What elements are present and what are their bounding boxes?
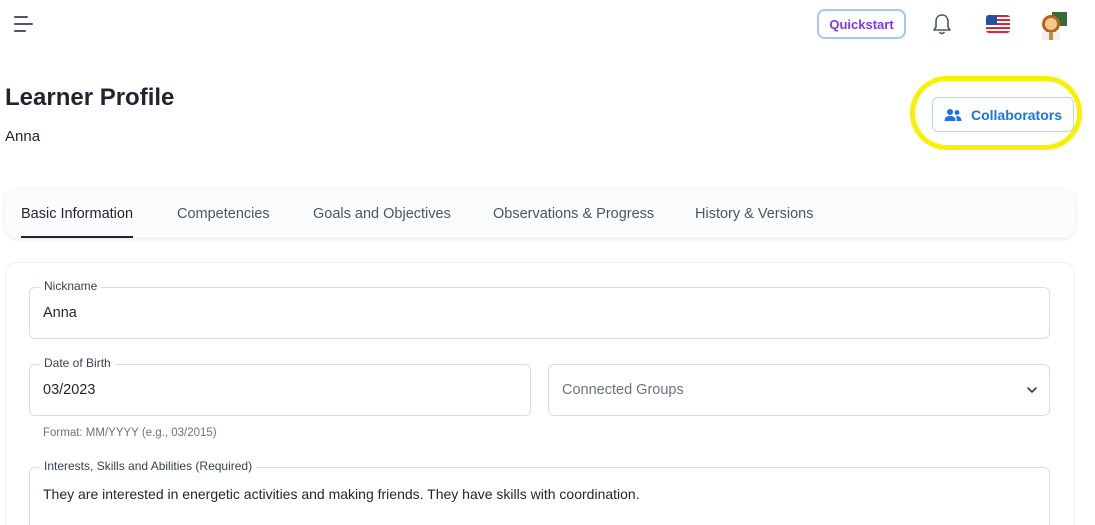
tab-basic-information[interactable]: Basic Information (21, 189, 134, 238)
date-of-birth-value: 03/2023 (43, 382, 96, 398)
bell-icon[interactable] (931, 12, 953, 36)
chevron-down-icon (1027, 387, 1037, 393)
date-of-birth-field[interactable]: Date of Birth 03/2023 (29, 356, 531, 416)
interests-field[interactable]: Interests, Skills and Abilities (Require… (29, 459, 1050, 525)
tab-observations-progress[interactable]: Observations & Progress (493, 189, 654, 238)
page-title: Learner Profile (5, 84, 175, 111)
collaborators-label: Collaborators (970, 106, 1062, 123)
quickstart-button[interactable]: Quickstart (817, 9, 906, 39)
connected-groups-placeholder: Connected Groups (562, 382, 684, 398)
learner-name: Anna (5, 128, 41, 145)
tab-history-versions[interactable]: History & Versions (695, 189, 813, 238)
tab-competencies[interactable]: Competencies (177, 189, 270, 238)
tab-goals-and-objectives[interactable]: Goals and Objectives (313, 189, 451, 238)
connected-groups-select[interactable]: Connected Groups (548, 364, 1050, 416)
collaborators-button[interactable]: Collaborators (932, 97, 1074, 132)
users-icon (944, 108, 962, 121)
tab-bar: Basic Information Competencies Goals and… (5, 189, 1075, 238)
us-flag-icon[interactable] (986, 15, 1010, 33)
menu-icon (14, 16, 28, 18)
avatar[interactable] (1038, 10, 1068, 40)
interests-label: Interests, Skills and Abilities (Require… (40, 459, 257, 473)
interests-value: They are interested in energetic activit… (43, 486, 640, 502)
nickname-value: Anna (43, 305, 77, 321)
menu-button[interactable] (14, 14, 36, 34)
nickname-field[interactable]: Nickname Anna (29, 279, 1050, 339)
date-format-helper: Format: MM/YYYY (e.g., 03/2015) (43, 427, 217, 439)
